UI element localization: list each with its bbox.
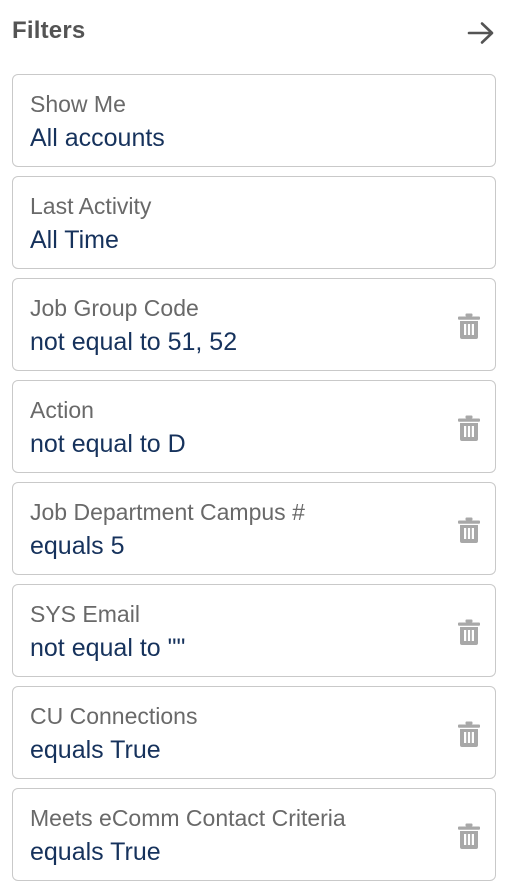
filter-value: equals 5	[30, 532, 125, 560]
trash-icon	[458, 619, 480, 645]
filter-item-meets-ecomm-contact-criteria[interactable]: Meets eComm Contact Criteria equals True	[12, 788, 496, 881]
filter-label: Meets eComm Contact Criteria	[30, 805, 346, 831]
filter-value: All accounts	[30, 124, 165, 152]
filter-item-cu-connections[interactable]: CU Connections equals True	[12, 686, 496, 779]
filter-label: SYS Email	[30, 601, 140, 627]
filter-value: not equal to 51, 52	[30, 328, 238, 356]
filter-value: equals True	[30, 736, 161, 764]
trash-icon	[458, 517, 480, 543]
filter-item-job-department-campus[interactable]: Job Department Campus # equals 5	[12, 482, 496, 575]
filter-item-show-me[interactable]: Show Me All accounts	[12, 74, 496, 167]
filter-label: Job Group Code	[30, 295, 199, 321]
delete-filter-button[interactable]	[456, 414, 482, 442]
filters-header: Filters	[0, 0, 510, 64]
arrow-right-icon	[467, 22, 494, 44]
filter-label: Action	[30, 397, 94, 423]
filter-item-sys-email[interactable]: SYS Email not equal to ""	[12, 584, 496, 677]
trash-icon	[458, 415, 480, 441]
filter-value: All Time	[30, 226, 119, 254]
filter-item-job-group-code[interactable]: Job Group Code not equal to 51, 52	[12, 278, 496, 371]
trash-icon	[458, 313, 480, 339]
delete-filter-button[interactable]	[456, 618, 482, 646]
filter-value: not equal to D	[30, 430, 186, 458]
delete-filter-button[interactable]	[456, 312, 482, 340]
trash-icon	[458, 823, 480, 849]
trash-icon	[458, 721, 480, 747]
filter-value: not equal to ""	[30, 634, 186, 662]
collapse-panel-button[interactable]	[464, 16, 498, 50]
filter-label: Job Department Campus #	[30, 499, 305, 525]
filter-label: Last Activity	[30, 193, 152, 219]
filter-label: CU Connections	[30, 703, 198, 729]
delete-filter-button[interactable]	[456, 720, 482, 748]
panel-title: Filters	[12, 17, 86, 44]
delete-filter-button[interactable]	[456, 516, 482, 544]
filter-list: Show Me All accounts Last Activity All T…	[12, 74, 496, 890]
filter-item-action[interactable]: Action not equal to D	[12, 380, 496, 473]
filter-item-last-activity[interactable]: Last Activity All Time	[12, 176, 496, 269]
filter-value: equals True	[30, 838, 161, 866]
filter-label: Show Me	[30, 91, 126, 117]
delete-filter-button[interactable]	[456, 822, 482, 850]
